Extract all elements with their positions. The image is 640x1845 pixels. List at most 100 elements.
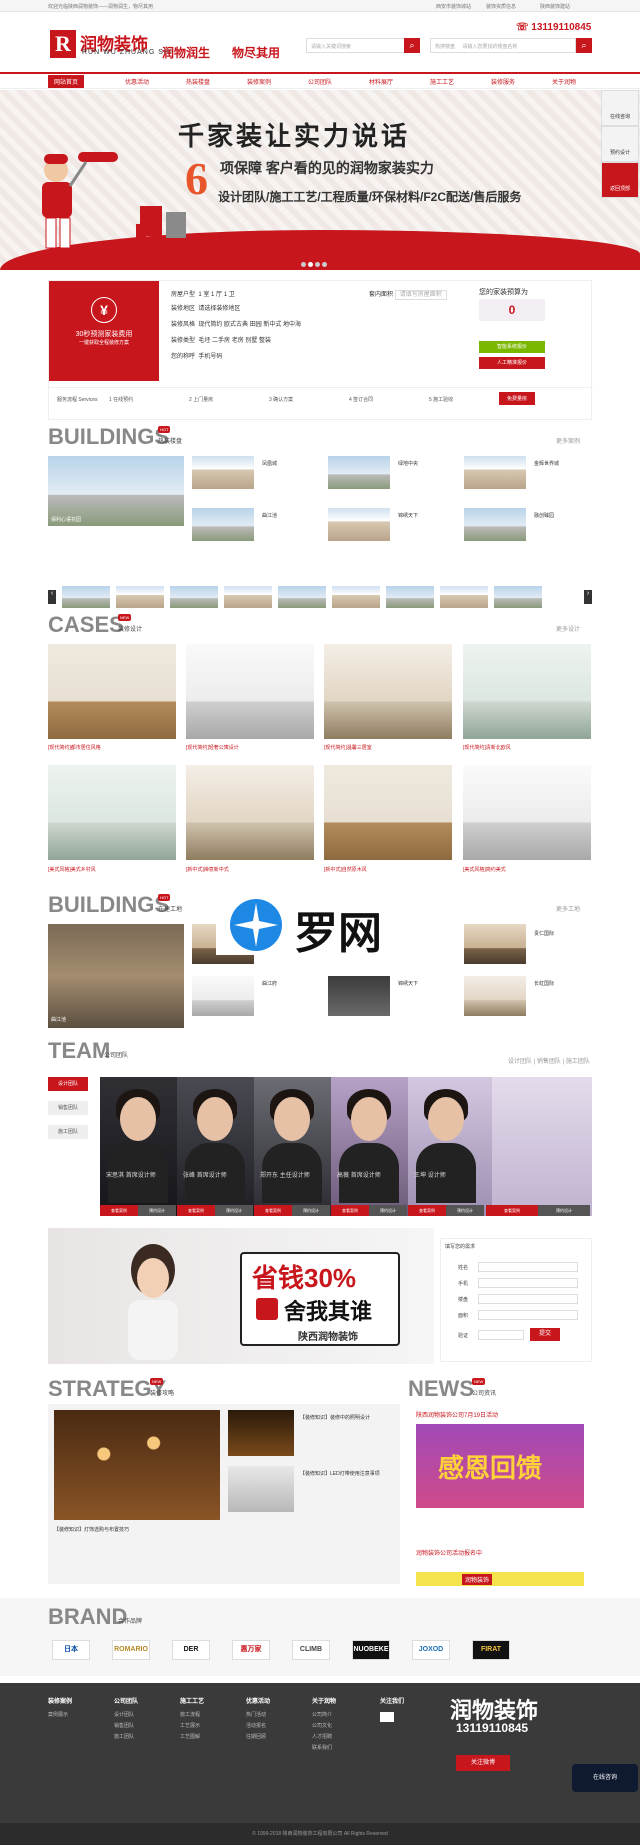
book-designer-button[interactable]: 预约设计 bbox=[369, 1205, 407, 1216]
carousel-thumb[interactable] bbox=[62, 586, 110, 608]
row-value[interactable]: 请选择装修地区 bbox=[198, 306, 240, 312]
building-thumb[interactable] bbox=[464, 456, 526, 489]
case-caption[interactable]: [新中式]自然原木风 bbox=[324, 866, 367, 873]
case-image[interactable] bbox=[324, 644, 452, 739]
footer-link[interactable]: 人才招聘 bbox=[312, 1734, 332, 1740]
online-consult-widget[interactable]: 在线咨询 bbox=[572, 1764, 638, 1792]
building-name[interactable]: 金辉世界城 bbox=[534, 460, 559, 467]
banner-dots[interactable] bbox=[300, 262, 328, 269]
building-name[interactable]: 绿地中央 bbox=[398, 460, 418, 467]
book-designer-button[interactable]: 预约设计 bbox=[538, 1205, 590, 1216]
building-search-select[interactable]: 热搜楼盘 bbox=[435, 44, 455, 50]
more-link[interactable]: 更多案例 bbox=[556, 436, 580, 445]
carousel-thumb[interactable] bbox=[332, 586, 380, 608]
building-feature-image[interactable]: 保利心语花园 bbox=[48, 456, 184, 526]
site-thumb[interactable] bbox=[328, 976, 390, 1016]
view-cases-button[interactable]: 查看案例 bbox=[177, 1205, 215, 1216]
team-link[interactable]: 销售团队 bbox=[537, 1059, 561, 1065]
search-icon[interactable]: ⌕ bbox=[576, 38, 592, 53]
news-image[interactable]: 感恩回馈 bbox=[416, 1424, 584, 1508]
building-field[interactable] bbox=[478, 1294, 578, 1304]
book-designer-button[interactable]: 预约设计 bbox=[446, 1205, 484, 1216]
site-name[interactable]: 锦绣天下 bbox=[398, 980, 418, 987]
nav-home[interactable]: 网站首页 bbox=[48, 75, 85, 88]
search-icon[interactable]: ⌕ bbox=[404, 38, 420, 53]
footer-link[interactable]: 工艺展示 bbox=[180, 1723, 200, 1729]
book-designer-button[interactable]: 预约设计 bbox=[292, 1205, 330, 1216]
case-caption[interactable]: [美式风格]美式乡村风 bbox=[48, 866, 96, 873]
case-caption[interactable]: [新中式]禅意新中式 bbox=[186, 866, 229, 873]
more-link[interactable]: 更多设计 bbox=[556, 624, 580, 633]
nav-item[interactable]: 施工工艺 bbox=[430, 77, 454, 86]
building-thumb[interactable] bbox=[192, 508, 254, 541]
site-thumb[interactable] bbox=[192, 976, 254, 1016]
building-name[interactable]: 凤凰城 bbox=[262, 460, 277, 467]
promo-banner[interactable]: 省钱30% 舍我其谁 陕西润物装饰 bbox=[48, 1228, 434, 1364]
team-member-card[interactable]: 宋思淇 首席设计师 bbox=[100, 1077, 177, 1216]
view-cases-button[interactable]: 查看案例 bbox=[100, 1205, 138, 1216]
case-image[interactable] bbox=[48, 644, 176, 739]
strategy-title[interactable]: 【装修知识】LED灯带使用注意事项 bbox=[300, 1470, 396, 1477]
view-cases-button[interactable]: 查看案例 bbox=[408, 1205, 446, 1216]
carousel-thumb[interactable] bbox=[494, 586, 542, 608]
footer-link[interactable]: 热门活动 bbox=[246, 1712, 266, 1718]
row-value[interactable]: 毛坯 二手房 老房 别墅 整装 bbox=[198, 338, 271, 344]
back-to-top-button[interactable]: 返回顶部 bbox=[601, 162, 639, 198]
strategy-thumb[interactable] bbox=[228, 1410, 294, 1456]
team-member-card[interactable]: 王坤 设计师 bbox=[408, 1077, 492, 1216]
area-field[interactable]: 套内面积 请填写房屋面积 bbox=[369, 289, 447, 300]
footer-link[interactable]: 公司简介 bbox=[312, 1712, 332, 1718]
book-designer-button[interactable]: 预约设计 bbox=[215, 1205, 253, 1216]
nav-item[interactable]: 热装楼盘 bbox=[186, 77, 210, 86]
search-input[interactable]: 请输入关键词搜索 bbox=[306, 38, 420, 53]
nav-item[interactable]: 装修服务 bbox=[491, 77, 515, 86]
team-member-card[interactable]: 高薇 首席设计师 bbox=[331, 1077, 408, 1216]
footer-col-title[interactable]: 关于润物 bbox=[312, 1697, 336, 1708]
site-name[interactable]: 曲江府 bbox=[262, 980, 277, 987]
footer-col-title[interactable]: 优惠活动 bbox=[246, 1697, 270, 1708]
brand-logo[interactable]: ROMARIO bbox=[112, 1640, 150, 1660]
footer-link[interactable]: 联系我们 bbox=[312, 1745, 332, 1751]
brand-logo[interactable]: JOXOD bbox=[412, 1640, 450, 1660]
team-tab-links[interactable]: 设计团队 | 销售团队 | 施工团队 bbox=[508, 1056, 590, 1065]
building-thumb[interactable] bbox=[192, 456, 254, 489]
carousel-thumb[interactable] bbox=[116, 586, 164, 608]
footer-link[interactable]: 销售团队 bbox=[114, 1723, 134, 1729]
news-item[interactable]: 润物装饰公司活动报名中 bbox=[416, 1548, 482, 1557]
case-image[interactable] bbox=[48, 765, 176, 860]
building-thumb[interactable] bbox=[328, 508, 390, 541]
case-caption[interactable]: [现代简约]都市居住风格 bbox=[48, 744, 101, 751]
case-caption[interactable]: [现代简约]清新北欧风 bbox=[463, 744, 511, 751]
manual-quote-button[interactable]: 人工精准报价 bbox=[479, 357, 545, 369]
case-image[interactable] bbox=[324, 765, 452, 860]
book-design-button[interactable]: 预约设计 bbox=[601, 126, 639, 162]
topbar-link[interactable]: 装饰资质信息 bbox=[486, 3, 516, 10]
carousel-thumb[interactable] bbox=[440, 586, 488, 608]
weibo-button[interactable]: 关注微博 bbox=[456, 1755, 510, 1771]
phone-field[interactable] bbox=[478, 1278, 578, 1288]
carousel-thumb[interactable] bbox=[278, 586, 326, 608]
carousel-thumb[interactable] bbox=[224, 586, 272, 608]
row-value[interactable]: 现代简约 欧式古典 田园 新中式 地中海 bbox=[198, 322, 301, 328]
hero-banner[interactable]: 千家装让实力说话 6 项保障 客户看的见的润物家装实力 设计团队/施工工艺/工程… bbox=[0, 90, 640, 270]
quote-row-type[interactable]: 装修类型 毛坯 二手房 老房 别墅 整装 bbox=[171, 335, 271, 344]
strategy-thumb[interactable] bbox=[228, 1466, 294, 1512]
strategy-title[interactable]: 【装修知识】装修中的照明设计 bbox=[300, 1414, 396, 1421]
footer-link[interactable]: 设计团队 bbox=[114, 1712, 134, 1718]
carousel-next-button[interactable]: › bbox=[584, 590, 592, 604]
view-cases-button[interactable]: 查看案例 bbox=[254, 1205, 292, 1216]
team-tab-sales[interactable]: 销售团队 bbox=[48, 1101, 88, 1115]
brand-logo[interactable]: DER bbox=[172, 1640, 210, 1660]
area-input[interactable]: 请填写房屋面积 bbox=[394, 290, 447, 300]
captcha-field[interactable] bbox=[478, 1330, 524, 1340]
site-name[interactable]: 长虹国际 bbox=[534, 980, 554, 987]
site-name[interactable]: 贵仁国际 bbox=[534, 930, 554, 937]
quote-row-layout[interactable]: 房屋户型 1 室 1 厅 1 卫 bbox=[171, 289, 235, 298]
nav-item[interactable]: 装修案例 bbox=[247, 77, 271, 86]
row-value[interactable]: 手机号码 bbox=[198, 354, 222, 360]
footer-col-title[interactable]: 装修案例 bbox=[48, 1697, 72, 1708]
footer-link[interactable]: 工艺图解 bbox=[180, 1734, 200, 1740]
topbar-link[interactable]: 西安市装饰城站 bbox=[436, 3, 471, 10]
nav-item[interactable]: 优惠活动 bbox=[125, 77, 149, 86]
brand-logo[interactable]: NUOBEKE bbox=[352, 1640, 390, 1660]
